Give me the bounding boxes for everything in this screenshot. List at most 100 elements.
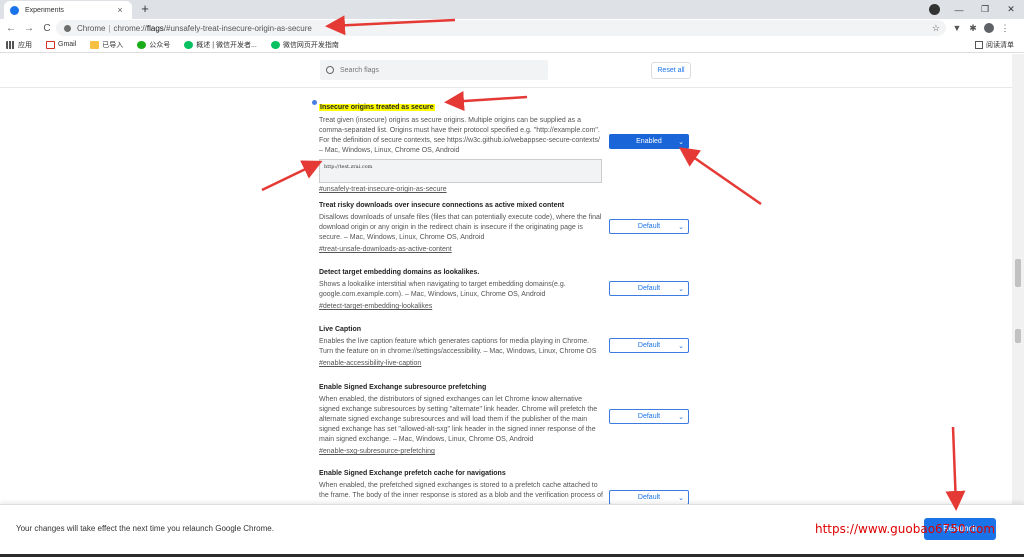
flag-state-select[interactable]: Default ⌄	[609, 338, 689, 353]
bookmark-star-icon[interactable]: ☆	[932, 23, 940, 34]
bookmark-label: Gmail	[58, 41, 77, 48]
scrollbar-marker	[1015, 329, 1021, 343]
flag-title: Enable Signed Exchange subresource prefe…	[319, 384, 487, 391]
chrome-site-icon	[64, 24, 71, 32]
apps-grid-icon	[6, 40, 15, 49]
bookmark-label: 概述 | 微信开发者...	[196, 41, 257, 49]
bookmark-apps[interactable]: 应用	[6, 40, 32, 50]
flag-anchor-link[interactable]: #enable-accessibility-live-caption	[319, 359, 699, 369]
tab-strip: Experiments × + — ❐ ✕	[0, 0, 1024, 19]
experiments-icon	[10, 5, 19, 15]
flags-header: Search flags Reset all	[0, 54, 1024, 88]
reading-list-label: 阅读清单	[986, 41, 1014, 49]
url-host: flags	[146, 23, 164, 33]
select-value: Default	[637, 285, 661, 292]
select-value: Enabled	[636, 138, 662, 145]
forward-button[interactable]: →	[22, 23, 36, 34]
select-value: Default	[637, 494, 661, 501]
search-flags-input[interactable]: Search flags	[320, 60, 548, 80]
scheme-separator: |	[108, 23, 111, 33]
minimize-button[interactable]: —	[946, 5, 972, 15]
flag-sxg-subresource: Enable Signed Exchange subresource prefe…	[319, 384, 699, 457]
bookmark-official-account[interactable]: 公众号	[137, 40, 170, 50]
flag-anchor-link[interactable]: #enable-sxg-subresource-prefetching	[319, 447, 699, 457]
bookmark-label: 已导入	[102, 41, 124, 49]
chevron-down-icon: ⌄	[678, 223, 684, 231]
flag-title: Insecure origins treated as secure	[319, 104, 435, 111]
bookmark-label: 公众号	[149, 41, 171, 49]
flag-state-select[interactable]: Default ⌄	[609, 281, 689, 296]
filter-extension-icon[interactable]: ▼	[952, 23, 962, 33]
flag-title: Live Caption	[319, 326, 362, 333]
extension-icons: ▼ ✱ ⋮	[952, 23, 1010, 33]
flag-description: When enabled, the distributors of signed…	[319, 396, 598, 443]
flag-state-select[interactable]: Default ⌄	[609, 490, 689, 504]
flag-description: Enables the live caption feature which g…	[319, 338, 597, 355]
page-scrollbar[interactable]	[1012, 54, 1024, 504]
scheme-label: Chrome	[77, 23, 106, 33]
relaunch-banner: Your changes will take effect the next t…	[0, 504, 1024, 554]
reset-all-button[interactable]: Reset all	[651, 62, 691, 79]
chevron-down-icon: ⌄	[678, 342, 684, 350]
gmail-icon	[46, 40, 55, 49]
flag-anchor-link[interactable]: #unsafely-treat-insecure-origin-as-secur…	[319, 185, 699, 195]
flag-state-select[interactable]: Default ⌄	[609, 219, 689, 234]
flag-live-caption: Live Caption Enables the live caption fe…	[319, 326, 699, 369]
back-button[interactable]: ←	[4, 23, 18, 34]
tab-search-icon[interactable]	[929, 4, 940, 15]
puzzle-extensions-icon[interactable]: ✱	[968, 23, 978, 33]
flags-page: Search flags Reset all Insecure origins …	[0, 54, 1024, 504]
chevron-down-icon: ⌄	[678, 494, 684, 502]
wechat-dev-icon	[184, 40, 194, 49]
chevron-down-icon: ⌄	[678, 285, 684, 293]
bookmark-wechat-web[interactable]: 微信网页开发指南	[270, 40, 339, 50]
origins-textarea[interactable]: http://test.zrai.com	[319, 159, 602, 183]
select-value: Default	[637, 223, 661, 230]
flag-title: Detect target embedding domains as looka…	[319, 269, 480, 276]
flag-title: Treat risky downloads over insecure conn…	[319, 202, 565, 209]
url-path: /#unsafely-treat-insecure-origin-as-secu…	[163, 23, 312, 33]
flag-risky-downloads: Treat risky downloads over insecure conn…	[319, 202, 699, 255]
bookmark-gmail[interactable]: Gmail	[46, 40, 77, 49]
flag-description: Shows a lookalike interstitial when navi…	[319, 281, 566, 298]
flag-description: Treat given (insecure) origins as secure…	[319, 117, 600, 154]
select-value: Default	[637, 342, 661, 349]
flag-description: When enabled, the prefetched signed exch…	[319, 482, 603, 499]
flag-insecure-origins: Insecure origins treated as secure Treat…	[312, 98, 699, 195]
bookmark-wechat-dev[interactable]: 概述 | 微信开发者...	[184, 40, 257, 50]
wechat-icon	[137, 40, 147, 49]
scrollbar-thumb[interactable]	[1015, 259, 1021, 287]
reading-list-icon	[975, 40, 983, 49]
select-value: Default	[637, 413, 661, 420]
relaunch-message: Your changes will take effect the next t…	[16, 524, 274, 533]
address-bar[interactable]: Chrome | chrome:// flags /#unsafely-trea…	[56, 20, 946, 36]
chevron-down-icon: ⌄	[678, 138, 684, 146]
flag-state-select[interactable]: Default ⌄	[609, 409, 689, 424]
flag-anchor-link[interactable]: #treat-unsafe-downloads-as-active-conten…	[319, 245, 699, 255]
chevron-down-icon: ⌄	[678, 413, 684, 421]
reload-button[interactable]: C	[40, 23, 54, 34]
url-prefix: chrome://	[113, 23, 147, 33]
flag-description: Disallows downloads of unsafe files (fil…	[319, 214, 602, 241]
reading-list[interactable]: 阅读清单	[975, 40, 1014, 50]
watermark-text: https://www.guobao6750.com	[815, 522, 996, 536]
tab-close-icon[interactable]: ×	[114, 5, 126, 15]
flag-lookalikes: Detect target embedding domains as looka…	[319, 269, 699, 312]
flag-anchor-link[interactable]: #detect-target-embedding-lookalikes	[319, 302, 699, 312]
search-placeholder: Search flags	[340, 66, 379, 74]
menu-kebab-icon[interactable]: ⋮	[1000, 23, 1010, 33]
close-window-button[interactable]: ✕	[998, 4, 1024, 15]
bookmark-label: 应用	[18, 41, 32, 49]
bookmark-imported[interactable]: 已导入	[90, 40, 123, 50]
folder-icon	[90, 40, 100, 49]
bookmark-label: 微信网页开发指南	[282, 41, 339, 49]
tab-experiments[interactable]: Experiments ×	[4, 1, 132, 19]
flag-title: Enable Signed Exchange prefetch cache fo…	[319, 470, 506, 477]
profile-avatar[interactable]	[984, 23, 994, 33]
flag-sxg-prefetch-cache: Enable Signed Exchange prefetch cache fo…	[319, 470, 699, 504]
flag-state-select[interactable]: Enabled ⌄	[609, 134, 689, 149]
restore-button[interactable]: ❐	[972, 4, 998, 15]
new-tab-button[interactable]: +	[137, 1, 153, 17]
tab-title: Experiments	[25, 6, 64, 14]
bookmarks-bar: 应用 Gmail 已导入 公众号 概述 | 微信开发者... 微信网页开发指南 …	[0, 37, 1024, 53]
